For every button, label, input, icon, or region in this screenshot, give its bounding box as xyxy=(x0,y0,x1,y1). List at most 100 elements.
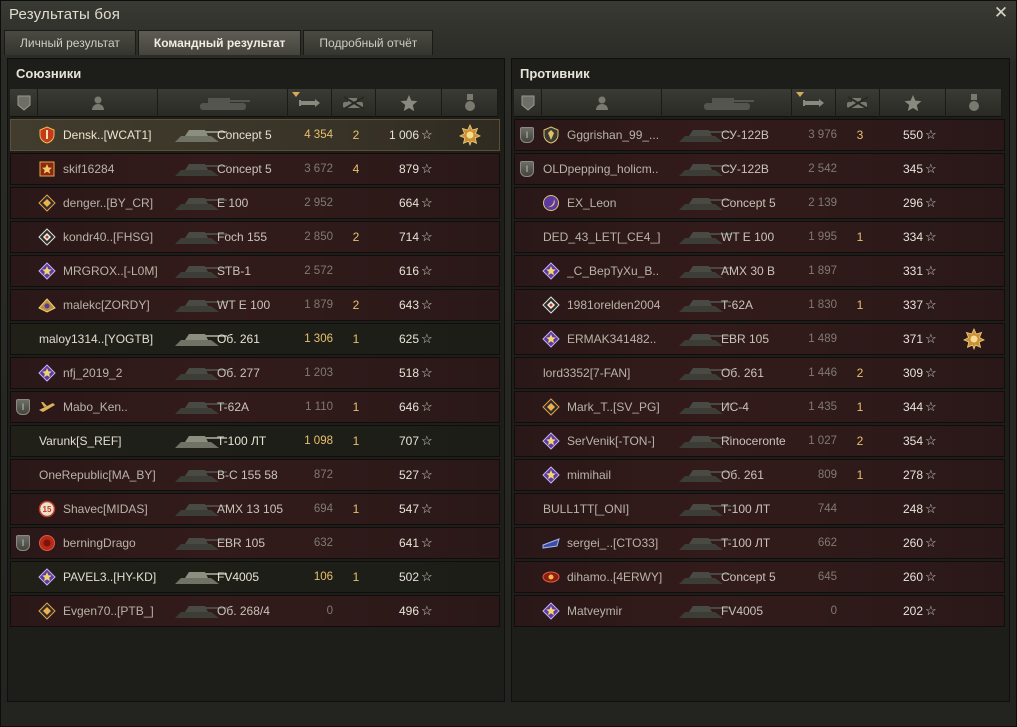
kills-value: 2 xyxy=(856,434,864,448)
tank-name: T-62A xyxy=(721,298,754,312)
column-header-xp-star[interactable] xyxy=(376,89,442,117)
player-row[interactable]: EX_Leon Concept 5 2 139 296 ☆ xyxy=(514,187,1005,219)
player-row[interactable]: MRGROX..[-L0M] STB-1 2 572 616 ☆ xyxy=(10,255,500,287)
tab-bar: Личный результат Командный результат Под… xyxy=(4,30,434,55)
player-row[interactable]: Evgen70..[PTB_] Об. 268/4 0 496 ☆ xyxy=(10,595,500,627)
player-row[interactable]: maloy1314..[YOGTB] Об. 261 1 306 1 625 ☆ xyxy=(10,323,500,355)
column-header-medal[interactable] xyxy=(946,89,1002,117)
player-row[interactable]: nfj_2019_2 Об. 277 1 203 518 ☆ xyxy=(10,357,500,389)
medal-icon[interactable] xyxy=(963,328,985,350)
tank-name: Об. 261 xyxy=(721,366,764,380)
player-row[interactable]: Densk..[WCAT1] Concept 5 4 354 2 1 006 ☆ xyxy=(10,119,500,151)
player-row[interactable]: kondr40..[FHSG] Foch 155 2 850 2 714 ☆ xyxy=(10,221,500,253)
player-row[interactable]: mimihail Об. 261 809 1 278 ☆ xyxy=(514,459,1005,491)
kills-value: 1 xyxy=(352,502,360,516)
player-row[interactable]: IberningDrago EBR 105 632 641 ☆ xyxy=(10,527,500,559)
player-row[interactable]: I Gggrishan_99_... СУ-122В 3 976 3 550 ☆ xyxy=(514,119,1005,151)
player-name: 1981orelden2004 xyxy=(567,298,661,312)
xp-value: 502 xyxy=(398,570,419,584)
close-icon[interactable]: ✕ xyxy=(992,4,1010,22)
player-row[interactable]: SerVenik[-TON-] Rinoceronte 1 027 2 354 ☆ xyxy=(514,425,1005,457)
platoon-icon xyxy=(521,95,535,111)
tab-team-result[interactable]: Командный результат xyxy=(137,30,302,55)
player-row[interactable]: I Mabo_Ken.. T-62A 1 110 1 646 ☆ xyxy=(10,391,500,423)
player-row[interactable]: dihamo..[4ERWY] Concept 5 645 260 ☆ xyxy=(514,561,1005,593)
allies-panel: Союзники Densk..[WCAT1] Concept 5 4 354 2 1 … xyxy=(7,58,505,702)
xp-value: 664 xyxy=(398,196,419,210)
xp-value: 527 xyxy=(398,468,419,482)
kills-value xyxy=(851,188,869,218)
tank-name: AMX 30 B xyxy=(721,264,776,278)
player-row[interactable]: Varunk[S_REF] T-100 ЛТ 1 098 1 707 ☆ xyxy=(10,425,500,457)
player-name: Mark_T..[SV_PG] xyxy=(567,400,660,414)
star-icon: ☆ xyxy=(925,603,937,618)
star-icon: ☆ xyxy=(925,433,937,448)
star-icon: ☆ xyxy=(925,535,937,550)
star-icon: ☆ xyxy=(925,161,937,176)
column-header-platoon[interactable] xyxy=(514,89,542,117)
platoon-icon xyxy=(17,95,31,111)
medal-icon[interactable] xyxy=(459,124,481,146)
player-row[interactable]: I OLDpepping_holicm.. СУ-122В 2 542 345 ☆ xyxy=(514,153,1005,185)
column-header-tank[interactable] xyxy=(158,89,288,117)
damage-value: 632 xyxy=(313,537,333,549)
player-row[interactable]: skif16284 Concept 5 3 672 4 879 ☆ xyxy=(10,153,500,185)
player-row[interactable]: PAVEL3..[HY-KD] FV4005 106 1 502 ☆ xyxy=(10,561,500,593)
column-header-platoon[interactable] xyxy=(10,89,38,117)
column-header-player[interactable] xyxy=(38,89,158,117)
damage-value: 1 203 xyxy=(304,367,333,379)
kills-icon xyxy=(341,96,367,110)
column-header-player[interactable] xyxy=(542,89,662,117)
player-row[interactable]: BULL1TT[_ONI] T-100 ЛТ 744 248 ☆ xyxy=(514,493,1005,525)
player-row[interactable]: ERMAK341482.. EBR 105 1 489 371 ☆ xyxy=(514,323,1005,355)
damage-value: 2 139 xyxy=(808,197,837,209)
column-header-xp-star[interactable] xyxy=(880,89,946,117)
tab-personal-result[interactable]: Личный результат xyxy=(4,30,136,55)
kills-value xyxy=(851,494,869,524)
xp-value: 345 xyxy=(902,162,923,176)
player-name: SerVenik[-TON-] xyxy=(567,434,655,448)
enemies-title: Противник xyxy=(520,66,590,81)
player-row[interactable]: _C_BepTyXu_B.. AMX 30 B 1 897 331 ☆ xyxy=(514,255,1005,287)
player-row[interactable]: malekc[ZORDY] WT E 100 1 879 2 643 ☆ xyxy=(10,289,500,321)
player-row[interactable]: 1981orelden2004 T-62A 1 830 1 337 ☆ xyxy=(514,289,1005,321)
player-row[interactable]: Matveymir FV4005 0 202 ☆ xyxy=(514,595,1005,627)
player-row[interactable]: sergei_..[CTO33] T-100 ЛТ 662 260 ☆ xyxy=(514,527,1005,559)
player-row[interactable]: 15 Shavec[MIDAS] AMX 13 105 694 1 547 ☆ xyxy=(10,493,500,525)
column-header-kills[interactable] xyxy=(332,89,376,117)
player-badge-icon xyxy=(38,262,56,280)
player-name: malekc[ZORDY] xyxy=(63,298,150,312)
player-name: berningDrago xyxy=(63,536,136,550)
player-badge-icon xyxy=(542,398,560,416)
player-row[interactable]: OneRepublic[MA_BY] B-C 155 58 872 527 ☆ xyxy=(10,459,500,491)
column-header-damage[interactable] xyxy=(288,89,332,117)
player-row[interactable]: Mark_T..[SV_PG] ИС-4 1 435 1 344 ☆ xyxy=(514,391,1005,423)
player-name: EX_Leon xyxy=(567,196,617,210)
kills-icon xyxy=(845,96,871,110)
xp-value: 331 xyxy=(902,264,923,278)
player-name: Mabo_Ken.. xyxy=(63,400,128,414)
window-title: Результаты боя xyxy=(9,6,121,23)
star-icon: ☆ xyxy=(925,467,937,482)
star-icon: ☆ xyxy=(421,399,433,414)
player-name: MRGROX..[-L0M] xyxy=(63,264,158,278)
kills-value xyxy=(851,596,869,626)
player-row[interactable]: DED_43_LET[_CE4_] WT E 100 1 995 1 334 ☆ xyxy=(514,221,1005,253)
medal-icon xyxy=(464,94,476,112)
column-header-medal[interactable] xyxy=(442,89,498,117)
column-header-tank[interactable] xyxy=(662,89,792,117)
column-header-damage[interactable] xyxy=(792,89,836,117)
tank-name: Concept 5 xyxy=(721,570,776,584)
kills-value: 1 xyxy=(856,468,864,482)
tab-detailed-report[interactable]: Подробный отчёт xyxy=(303,30,434,55)
player-name: skif16284 xyxy=(63,162,115,176)
damage-value: 2 572 xyxy=(304,265,333,277)
star-icon: ☆ xyxy=(421,501,433,516)
column-header-kills[interactable] xyxy=(836,89,880,117)
tank-name: T-62A xyxy=(217,400,250,414)
player-name: Gggrishan_99_... xyxy=(567,128,660,142)
player-row[interactable]: denger..[BY_CR] E 100 2 952 664 ☆ xyxy=(10,187,500,219)
player-row[interactable]: lord3352[7-FAN] Об. 261 1 446 2 309 ☆ xyxy=(514,357,1005,389)
player-badge-icon xyxy=(38,228,56,246)
allies-title: Союзники xyxy=(16,66,82,81)
